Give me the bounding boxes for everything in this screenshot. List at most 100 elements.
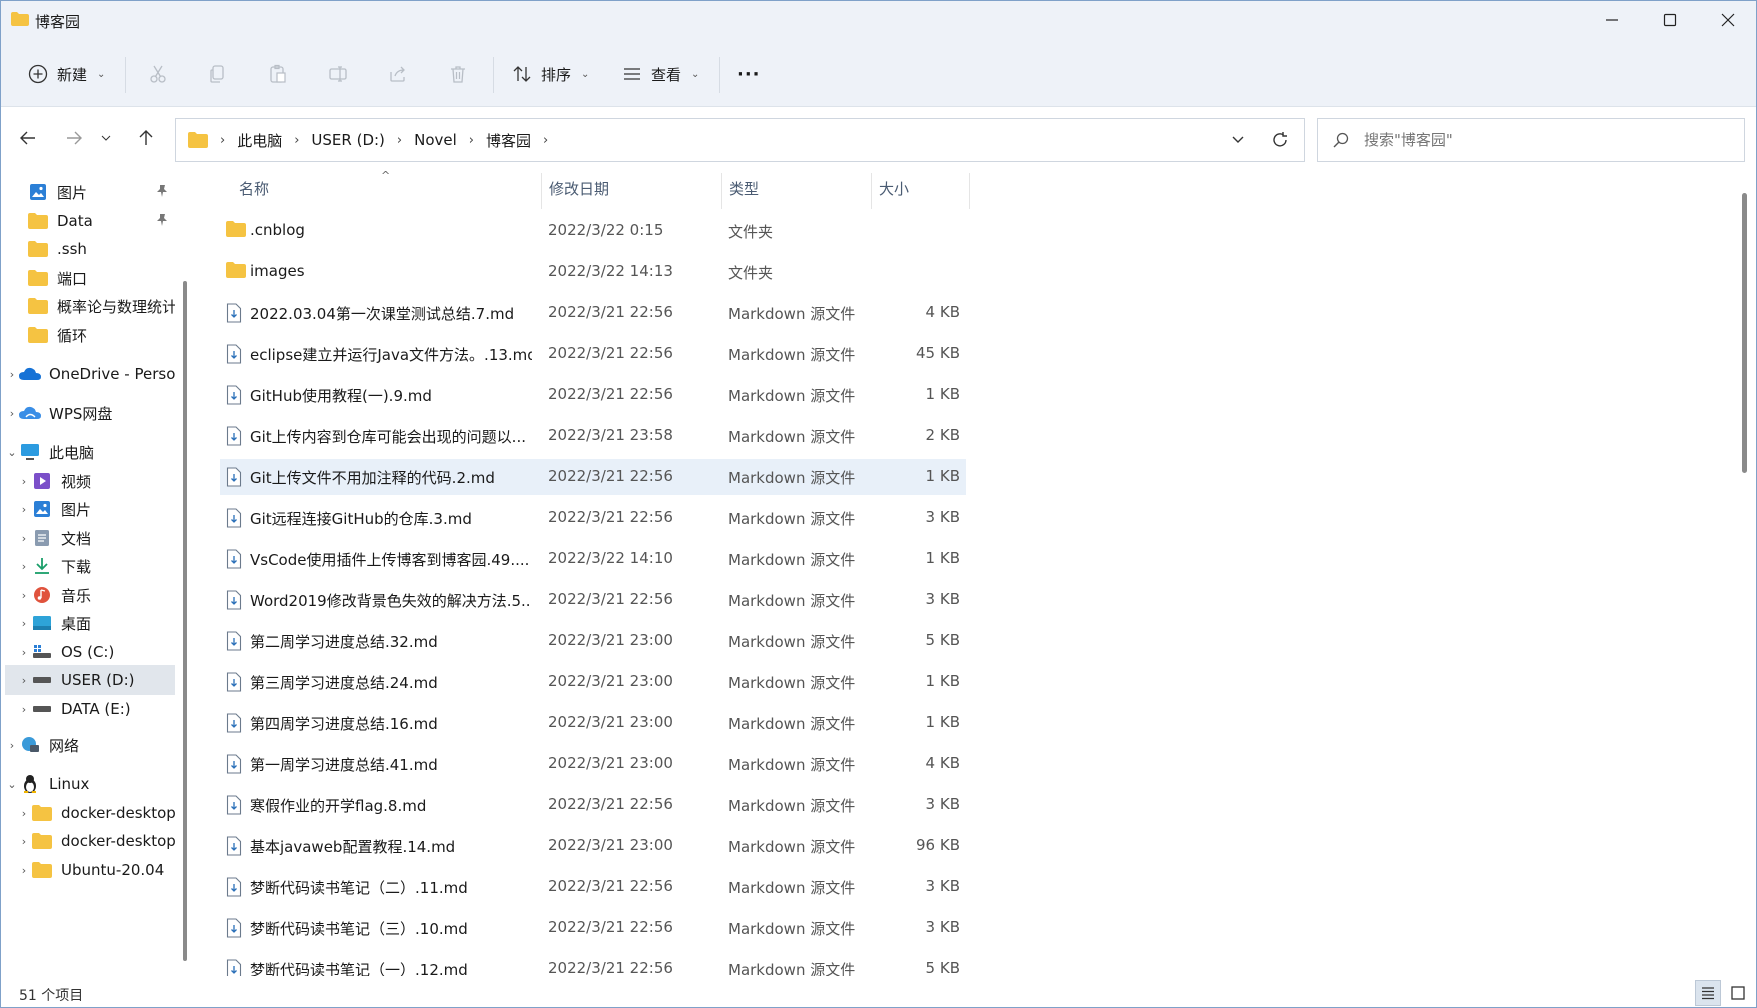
file-row[interactable]: 第一周学习进度总结.41.md 2022/3/21 23:00 Markdown 源… [220,746,966,782]
chevron-right-icon[interactable]: › [17,674,31,687]
column-divider[interactable] [969,173,970,209]
sort-button[interactable]: 排序 ⌄ [511,57,589,91]
file-row[interactable]: 2022.03.04第一次课堂测试总结.7.md 2022/3/21 22:56 M… [220,295,966,331]
sidebar-item-port[interactable]: 端口 [5,263,175,293]
column-divider[interactable] [541,173,542,209]
column-header-name[interactable]: 名称 [239,173,269,203]
chevron-right-icon[interactable]: › [17,617,31,630]
sidebar-item-drive-c[interactable]: › OS (C:) [5,637,175,667]
sidebar-item-documents[interactable]: › 文档 [5,523,175,553]
file-row[interactable]: 基本javaweb配置教程.14.md 2022/3/21 23:00 Markdo… [220,828,966,864]
more-options-button[interactable]: ··· [737,57,761,91]
chevron-right-icon[interactable]: › [17,703,31,716]
file-row[interactable]: Git上传文件不用加注释的代码.2.md 2022/3/21 22:56 Markd… [220,459,966,495]
sidebar-item-music[interactable]: › 音乐 [5,580,175,610]
file-row[interactable]: GitHub使用教程(一).9.md 2022/3/21 22:56 Markdow… [220,377,966,413]
chevron-right-icon[interactable]: › [17,589,31,602]
breadcrumb-user-drive[interactable]: USER (D:) [311,131,384,149]
chevron-right-icon[interactable]: › [17,835,31,848]
chevron-right-icon[interactable]: › [17,532,31,545]
column-header-type[interactable]: 类型 [729,173,759,203]
sidebar-item-loop[interactable]: 循环 [5,320,175,350]
delete-button[interactable] [447,57,469,91]
chevron-right-icon[interactable]: › [5,368,19,381]
column-divider[interactable] [871,173,872,209]
sidebar-scrollbar[interactable] [183,281,187,961]
breadcrumb-novel[interactable]: Novel [414,131,457,149]
sidebar-item-user-drive[interactable]: › USER (D:) [5,665,175,695]
back-button[interactable] [11,121,45,155]
chevron-right-icon[interactable]: › [469,133,474,148]
chevron-right-icon[interactable]: › [543,133,548,148]
sidebar-item-ssh[interactable]: .ssh [5,234,175,264]
sidebar-item-pictures[interactable]: › 图片 [5,494,175,524]
sidebar-item-linux[interactable]: ⌄ Linux [5,769,175,799]
details-view-button[interactable] [1695,980,1721,1006]
file-row[interactable]: .cnblog 2022/3/22 0:15 文件夹 [220,213,966,249]
sidebar-item-ubuntu[interactable]: › Ubuntu-20.04 [5,855,175,885]
sidebar-item-docker-desktop-data[interactable]: › docker-desktop-data [5,826,175,856]
file-row[interactable]: VsCode使用插件上传博客到博客园.49.... 2022/3/22 14:10… [220,541,966,577]
file-row[interactable]: 第二周学习进度总结.32.md 2022/3/21 23:00 Markdown 源… [220,623,966,659]
file-row[interactable]: 第四周学习进度总结.16.md 2022/3/21 23:00 Markdown 源… [220,705,966,741]
copy-button[interactable] [207,57,229,91]
tiles-view-button[interactable] [1725,980,1751,1006]
chevron-right-icon[interactable]: › [17,560,31,573]
chevron-right-icon[interactable]: › [17,646,31,659]
file-list-scrollbar[interactable] [1742,193,1747,473]
file-row[interactable]: Word2019修改背景色失效的解决方法.5... 2022/3/21 22:56… [220,582,966,618]
address-bar[interactable]: › 此电脑 › USER (D:) › Novel › 博客园 › [175,118,1305,162]
sidebar-item-desktop[interactable]: › 桌面 [5,608,175,638]
paste-button[interactable] [267,57,289,91]
breadcrumb-current[interactable]: 博客园 [486,130,531,151]
rename-button[interactable] [327,57,349,91]
column-header-date[interactable]: 修改日期 [549,173,609,203]
cut-button[interactable] [147,57,169,91]
file-row[interactable]: Git远程连接GitHub的仓库.3.md 2022/3/21 22:56 Mark… [220,500,966,536]
chevron-right-icon[interactable]: › [17,503,31,516]
up-button[interactable] [129,121,163,155]
search-box[interactable] [1317,118,1745,162]
sidebar-item-pictures-pinned[interactable]: 图片 [5,177,175,207]
column-divider[interactable] [721,173,722,209]
chevron-right-icon[interactable]: › [5,407,19,420]
file-row[interactable]: 梦断代码读书笔记（二）.11.md 2022/3/21 22:56 Markdown… [220,869,966,905]
recent-locations-button[interactable] [95,121,117,155]
chevron-right-icon[interactable]: › [17,807,31,820]
refresh-button[interactable] [1270,130,1290,154]
forward-button[interactable] [57,121,91,155]
chevron-right-icon[interactable]: › [17,475,31,488]
breadcrumb-this-pc[interactable]: 此电脑 [237,130,282,151]
chevron-down-icon[interactable]: ⌄ [5,446,19,459]
file-row[interactable]: eclipse建立并运行Java文件方法。.13.md 2022/3/21 22:… [220,336,966,372]
column-header-size[interactable]: 大小 [879,173,909,203]
sidebar-item-videos[interactable]: › 视频 [5,466,175,496]
chevron-right-icon[interactable]: › [397,133,402,148]
file-row[interactable]: images 2022/3/22 14:13 文件夹 [220,254,966,290]
file-row[interactable]: Git上传内容到仓库可能会出现的问题以... 2022/3/21 23:58 Mar… [220,418,966,454]
new-button[interactable]: 新建 ⌄ [27,57,105,91]
minimize-button[interactable] [1583,1,1641,39]
sidebar-item-wps-cloud[interactable]: › WPS网盘 [5,398,175,428]
share-button[interactable] [387,57,409,91]
chevron-right-icon[interactable]: › [17,864,31,877]
sidebar-item-downloads[interactable]: › 下载 [5,551,175,581]
chevron-right-icon[interactable]: › [294,133,299,148]
sidebar-item-docker-desktop[interactable]: › docker-desktop [5,798,175,828]
chevron-down-icon[interactable]: ⌄ [5,778,19,791]
sidebar-item-probability[interactable]: 概率论与数理统计 [5,291,175,321]
sidebar-item-data[interactable]: Data [5,206,175,236]
file-row[interactable]: 梦断代码读书笔记（三）.10.md 2022/3/21 22:56 Markdown… [220,910,966,946]
file-row[interactable]: 寒假作业的开学flag.8.md 2022/3/21 22:56 Markdown … [220,787,966,823]
close-button[interactable] [1699,1,1756,39]
sidebar-item-this-pc[interactable]: ⌄ 此电脑 [5,437,175,467]
sidebar-item-network[interactable]: › 网络 [5,730,175,760]
maximize-button[interactable] [1641,1,1699,39]
file-row[interactable]: 第三周学习进度总结.24.md 2022/3/21 23:00 Markdown 源… [220,664,966,700]
search-input[interactable] [1364,131,1724,149]
address-dropdown-button[interactable] [1230,132,1246,152]
sidebar-item-data-drive[interactable]: › DATA (E:) [5,694,175,724]
view-button[interactable]: 查看 ⌄ [621,57,699,91]
chevron-right-icon[interactable]: › [5,739,19,752]
sidebar-item-onedrive[interactable]: › OneDrive - Personal [5,359,175,389]
